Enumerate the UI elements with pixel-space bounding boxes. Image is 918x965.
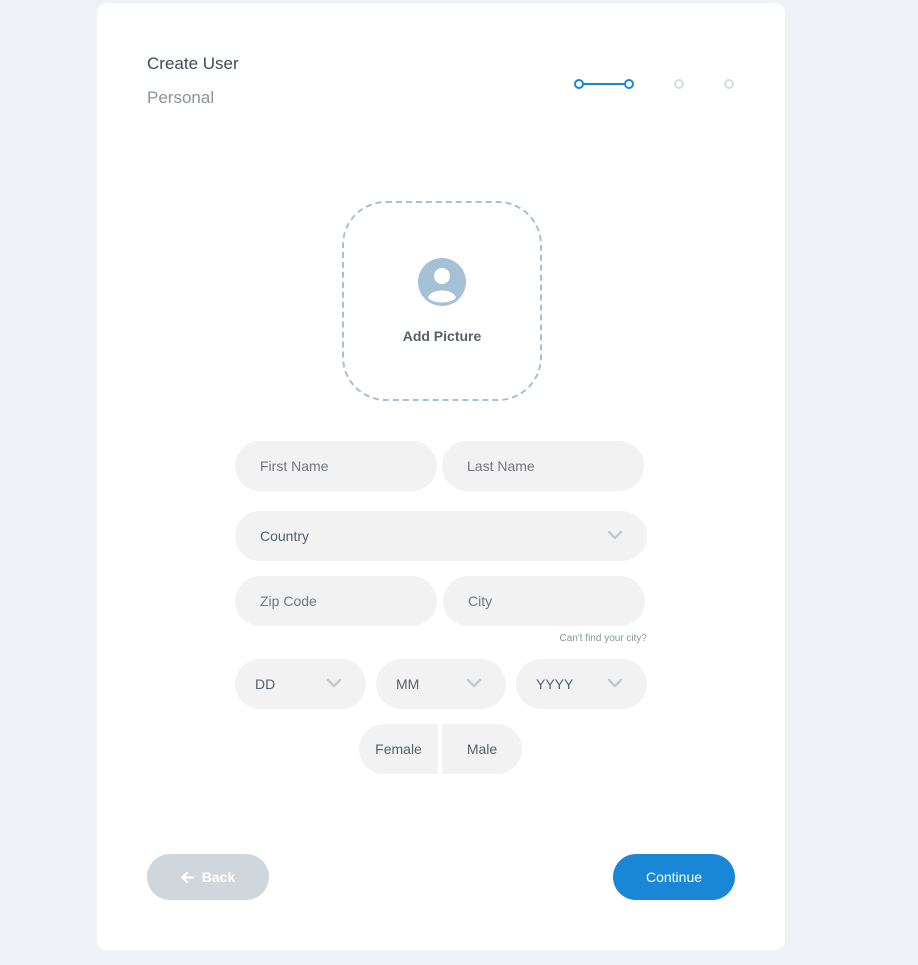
gender-male-option[interactable]: Male [442, 724, 522, 774]
first-name-input[interactable] [235, 441, 437, 491]
day-select[interactable]: DD [235, 659, 366, 709]
continue-button[interactable]: Continue [613, 854, 735, 900]
chevron-down-icon [466, 678, 482, 688]
add-picture-label: Add Picture [402, 328, 482, 344]
back-button-label: Back [201, 869, 236, 885]
chevron-down-icon [326, 678, 342, 688]
add-picture-dropzone[interactable]: Add Picture [342, 201, 542, 401]
country-select-label: Country [260, 528, 310, 544]
cant-find-city-link[interactable]: Can't find your city? [559, 633, 647, 644]
year-select-label: YYYY [536, 676, 574, 692]
year-select[interactable]: YYYY [516, 659, 647, 709]
step-4-dot[interactable] [724, 79, 734, 89]
chevron-down-icon [607, 678, 623, 688]
last-name-input[interactable] [442, 441, 644, 491]
page-title: Create User [147, 54, 239, 73]
page-subtitle: Personal [147, 88, 215, 107]
step-2-dot[interactable] [624, 79, 634, 89]
back-button[interactable]: Back [147, 854, 269, 900]
step-1-dot[interactable] [574, 79, 584, 89]
day-select-label: DD [255, 676, 276, 692]
zip-code-input[interactable] [235, 576, 437, 626]
stepper-progress-line [583, 83, 627, 85]
city-input[interactable] [443, 576, 645, 626]
create-user-card: Create User Personal Add Picture Country… [97, 3, 785, 950]
continue-button-label: Continue [645, 869, 703, 885]
arrow-left-icon [181, 872, 194, 883]
user-avatar-icon [418, 258, 466, 306]
country-select[interactable]: Country [235, 511, 647, 561]
month-select[interactable]: MM [376, 659, 506, 709]
step-3-dot[interactable] [674, 79, 684, 89]
chevron-down-icon [607, 530, 623, 540]
gender-female-option[interactable]: Female [359, 724, 438, 774]
month-select-label: MM [396, 676, 420, 692]
progress-stepper [574, 78, 736, 90]
